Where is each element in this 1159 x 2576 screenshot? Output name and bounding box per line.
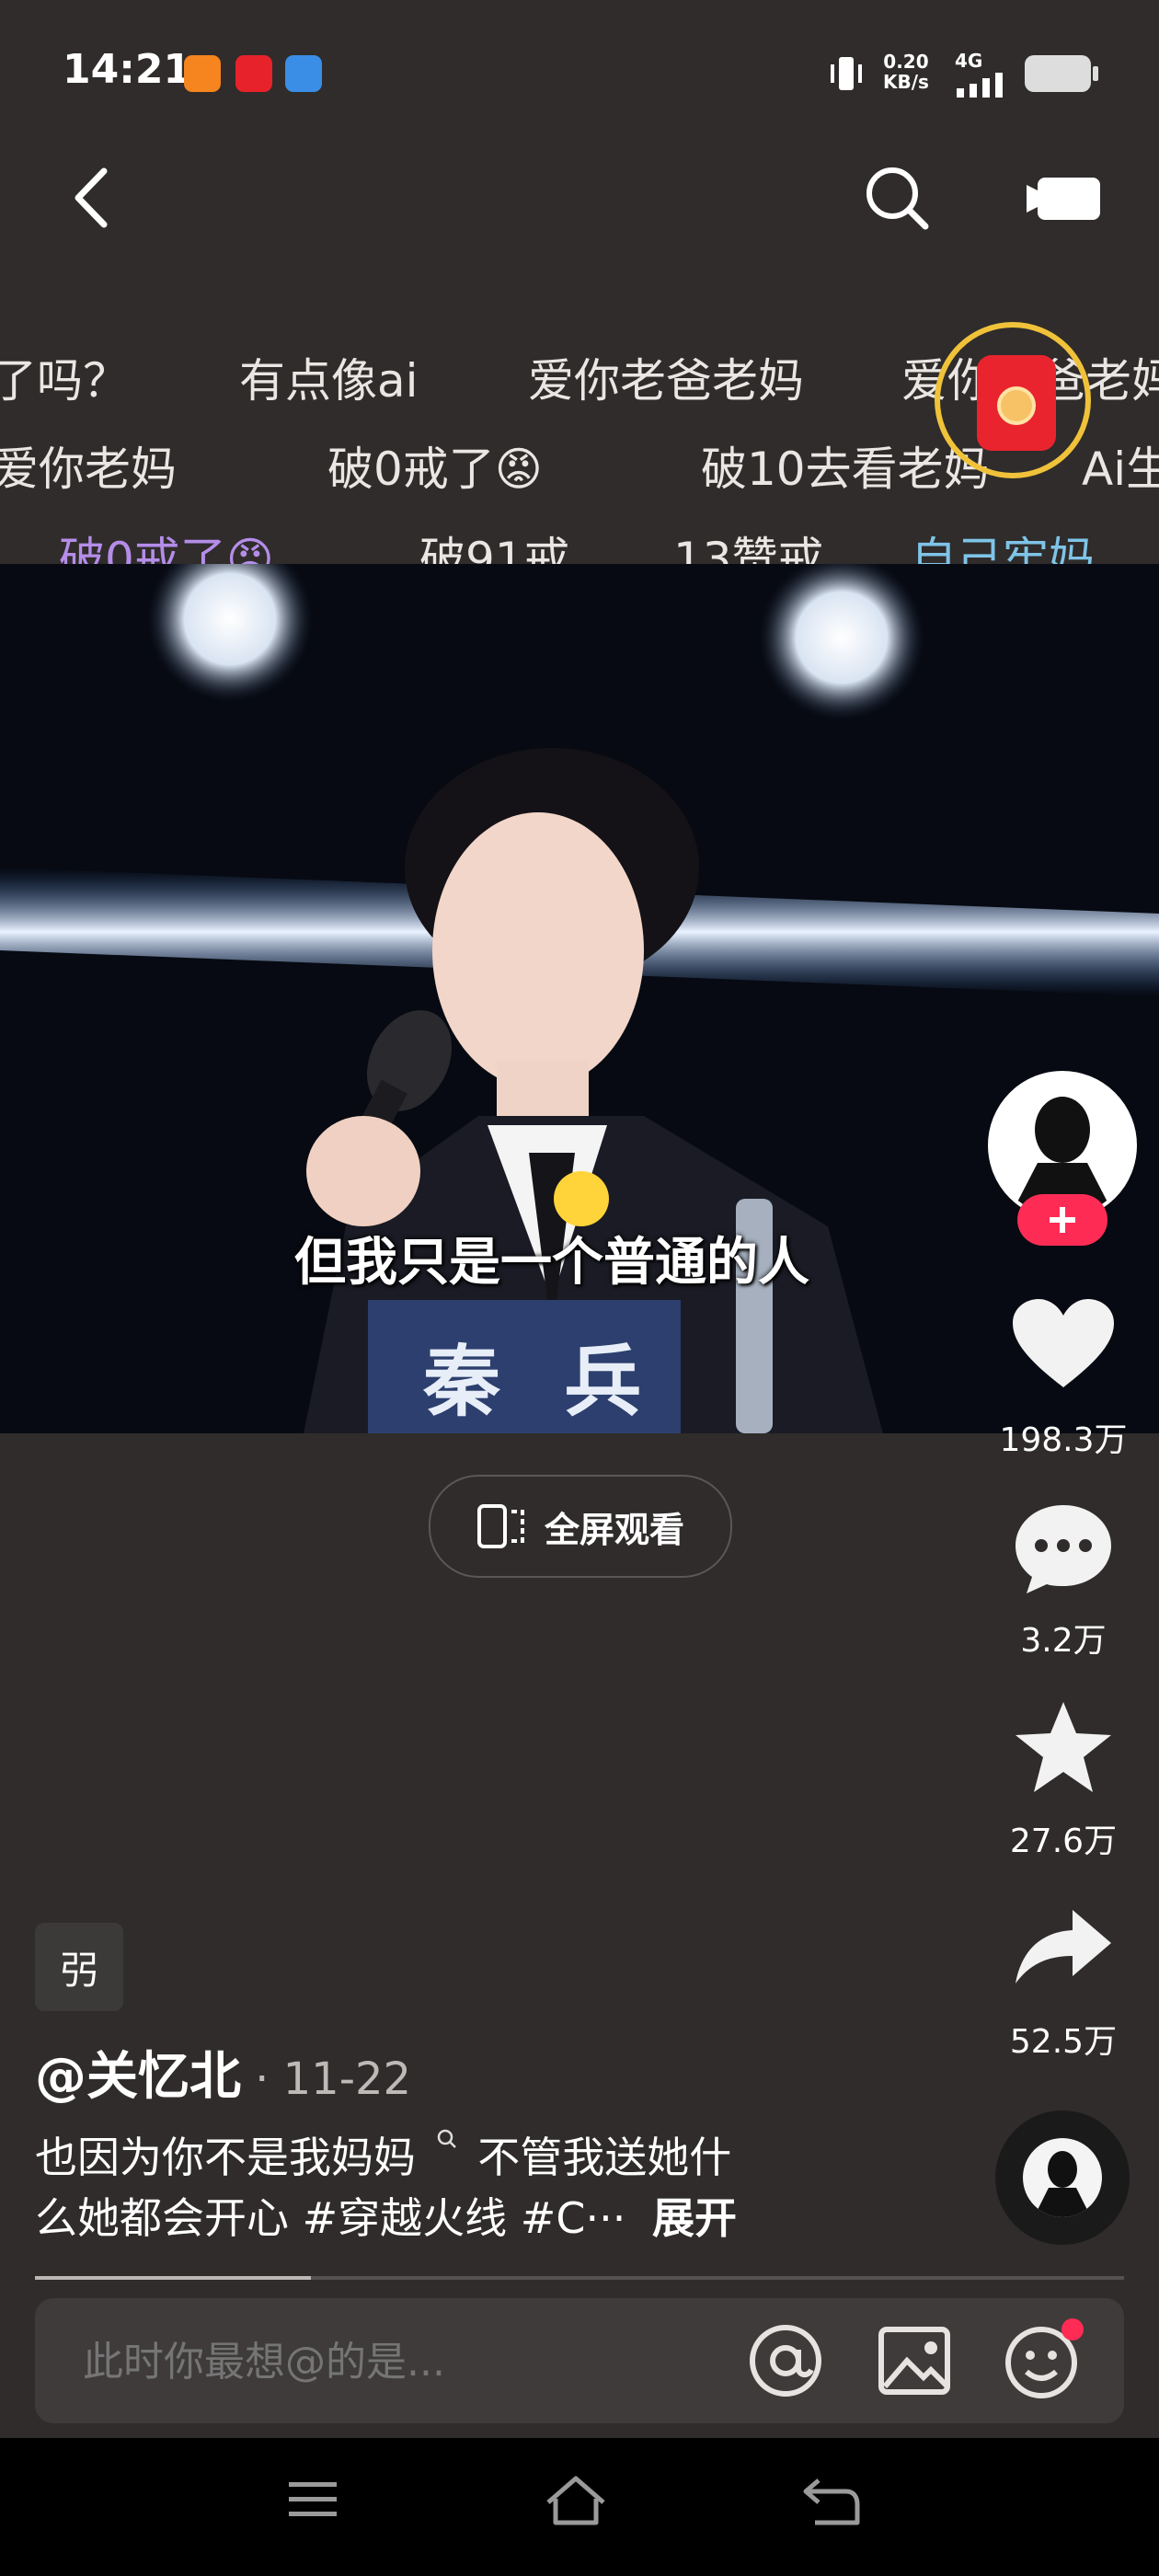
favorite-count: 27.6万: [1009, 1823, 1118, 1860]
back-button[interactable]: [55, 156, 129, 239]
post-author-row: @关忆北 · 11-22: [35, 2035, 411, 2110]
red-envelope-widget[interactable]: [935, 322, 1091, 478]
menu-button[interactable]: [285, 2477, 359, 2537]
status-bar: 14:21 0.20 KB/s 4G: [0, 0, 1159, 147]
danmaku-item: 破0戒了😡: [327, 443, 543, 496]
vibrate-icon: [831, 57, 862, 90]
map-app-icon: [285, 55, 322, 92]
share-arrow-icon: [1016, 1910, 1111, 1984]
plus-icon: [1050, 1207, 1075, 1233]
fullscreen-label: 全屏观看: [544, 1509, 684, 1550]
image-button[interactable]: [876, 2322, 953, 2399]
status-time: 14:21: [63, 46, 192, 93]
favorite-button[interactable]: [1012, 1698, 1115, 1798]
home-icon: [546, 2476, 605, 2525]
search-icon: [866, 167, 929, 230]
comment-bubble-icon: [1016, 1505, 1111, 1593]
back-nav-button[interactable]: [800, 2475, 874, 2539]
music-disc-cover: [1023, 2138, 1102, 2217]
heart-icon: [1013, 1299, 1114, 1387]
system-navigation-bar: [0, 2438, 1159, 2576]
comment-count: 3.2万: [1020, 1622, 1107, 1660]
music-app-icon: [235, 55, 272, 92]
net-speed: 0.20 KB/s: [883, 51, 929, 93]
comment-button[interactable]: [1012, 1500, 1115, 1599]
image-icon: [878, 2327, 950, 2395]
rotate-screen-icon: [476, 1504, 524, 1548]
post-tag[interactable]: 弜: [35, 1923, 123, 2011]
camera-button[interactable]: [1019, 161, 1111, 235]
red-envelope-icon: [977, 355, 1056, 451]
battery-icon: [1025, 55, 1098, 92]
return-arrow-icon: [803, 2478, 860, 2525]
menu-lines-icon: [289, 2482, 337, 2516]
video-progress-track[interactable]: [35, 2276, 1124, 2280]
post-caption[interactable]: 也因为你不是我妈妈 不管我送她什 么她都会开心 #穿越火线 #C··· 展开: [35, 2127, 955, 2248]
emoji-button[interactable]: [1003, 2318, 1085, 2405]
caption-text-tail: 不管我送她什: [477, 2133, 732, 2182]
star-icon: [1016, 1702, 1111, 1792]
home-button[interactable]: [543, 2473, 616, 2537]
follow-button[interactable]: [1017, 1194, 1107, 1246]
caption-text: 也因为你不是我妈妈: [35, 2133, 416, 2182]
back-arrow-icon: [75, 167, 108, 228]
video-player[interactable]: 秦 兵 但我只是一个普通的人: [0, 564, 1159, 1433]
danmaku-item: 爱你老妈: [0, 443, 177, 496]
at-sign-icon: [750, 2325, 821, 2397]
danmaku-item: 爱你老爸老妈: [528, 354, 804, 408]
danmaku-item: 有点像ai: [239, 354, 419, 408]
comment-input-bar: [35, 2298, 1124, 2423]
search-hint-icon: [437, 2129, 456, 2148]
danmaku-item: Ai生: [1082, 443, 1159, 496]
network-type: 4G: [955, 50, 983, 72]
author-name[interactable]: @关忆北: [35, 2047, 241, 2107]
video-camera-icon: [1027, 178, 1100, 220]
share-button[interactable]: [1012, 1906, 1115, 1989]
video-frame: [0, 564, 1159, 1433]
signal-icon: [957, 73, 1003, 98]
post-date: · 11-22: [255, 2053, 412, 2105]
share-count: 52.5万: [1009, 2023, 1118, 2061]
like-button[interactable]: [1009, 1295, 1118, 1397]
like-count: 198.3万: [999, 1421, 1128, 1459]
video-subtitle: 但我只是一个普通的人: [294, 1233, 809, 1293]
caption-hashtags: 么她都会开心 #穿越火线 #C···: [35, 2193, 626, 2243]
expand-link[interactable]: 展开: [652, 2193, 737, 2243]
emoji-notification-dot: [1061, 2318, 1084, 2340]
podium-text: 秦 兵: [423, 1337, 660, 1427]
music-disc[interactable]: [995, 2110, 1130, 2245]
video-progress-fill: [35, 2276, 311, 2280]
comment-input[interactable]: [81, 2326, 729, 2398]
mention-button[interactable]: [747, 2322, 824, 2399]
app-notification-icon: [184, 55, 221, 92]
search-button[interactable]: [855, 156, 938, 239]
danmaku-item: 了吗？: [0, 354, 129, 408]
fullscreen-button[interactable]: 全屏观看: [429, 1475, 732, 1578]
